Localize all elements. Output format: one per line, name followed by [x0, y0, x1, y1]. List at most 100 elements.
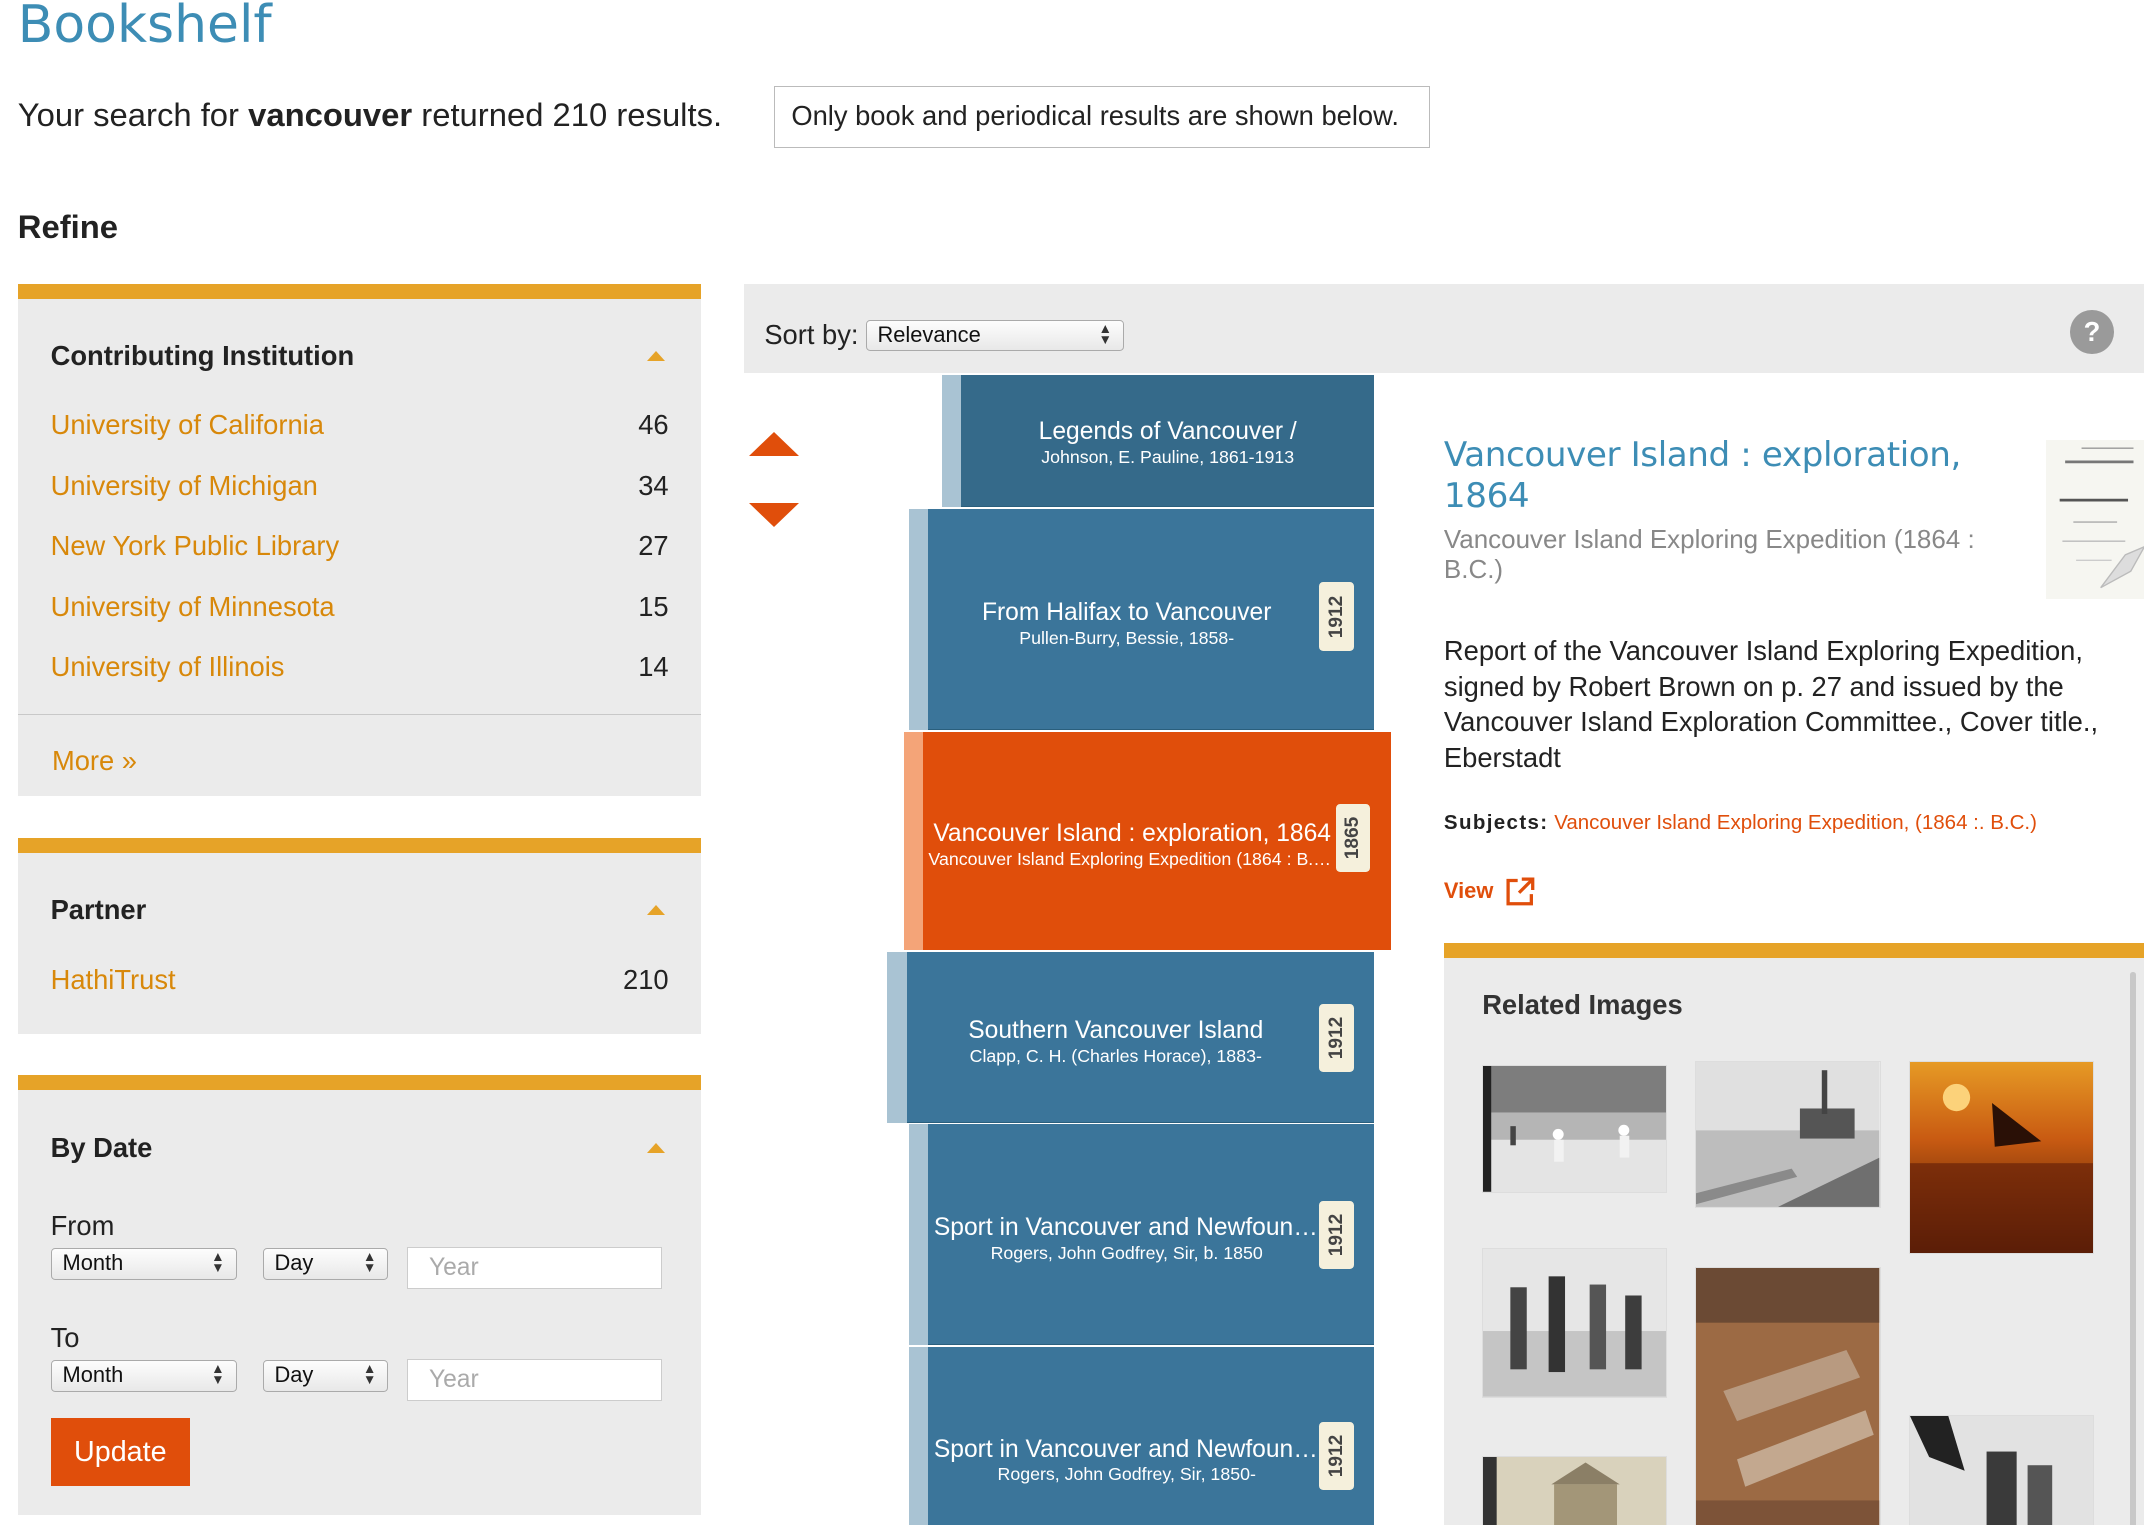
institution-facet-panel: Contributing Institution University of C…	[17, 284, 702, 796]
victorian-house-photo	[1483, 1457, 1667, 1525]
collapse-caret-icon[interactable]	[646, 904, 665, 916]
book-title: From Halifax to Vancouver	[981, 598, 1272, 626]
search-summary-suffix: returned 210 results.	[412, 95, 723, 133]
sort-value: Relevance	[877, 321, 981, 347]
sort-bar: Sort by: Relevance ▲ ▼ ?	[743, 284, 2144, 374]
facet-item-name[interactable]: University of Minnesota	[51, 591, 335, 623]
book-author: Rogers, John Godfrey, Sir, 1850-	[997, 1464, 1256, 1485]
spine-edge	[887, 951, 907, 1123]
book-spine[interactable]: Sport in Vancouver and Newfoundland Roge…	[909, 1346, 1375, 1525]
to-label: To	[50, 1322, 80, 1354]
book-year: 1912	[1325, 1213, 1347, 1256]
refine-heading: Refine	[17, 207, 118, 245]
from-label: From	[50, 1210, 115, 1242]
spine-edge	[909, 508, 929, 731]
spine-edge	[942, 374, 962, 508]
book-year: 1912	[1325, 1016, 1347, 1060]
aerial-buildings-photo-icon[interactable]	[1695, 1267, 1881, 1525]
subjects-label: Subjects:	[1443, 810, 1549, 834]
shelf-up-arrow-icon[interactable]	[749, 432, 800, 457]
facet-item[interactable]: HathiTrust 210	[51, 964, 669, 1002]
spine-body: Sport in Vancouver and Newfoundland Roge…	[928, 1123, 1375, 1346]
facet-item-name[interactable]: University of Michigan	[51, 470, 318, 502]
select-arrows-icon: ▲ ▼	[1098, 320, 1112, 347]
detail-title[interactable]: Vancouver Island : exploration, 1864	[1444, 435, 2018, 517]
to-month-select[interactable]: Month ▲ ▼	[50, 1360, 237, 1392]
collapse-caret-icon[interactable]	[646, 1142, 665, 1154]
facet-item-name[interactable]: University of California	[51, 409, 324, 441]
book-thumbnail[interactable]	[2045, 440, 2144, 599]
to-day-select[interactable]: Day ▲ ▼	[262, 1360, 389, 1392]
select-arrows-icon: ▲ ▼	[362, 1249, 377, 1276]
from-month-select[interactable]: Month ▲ ▼	[50, 1248, 237, 1280]
to-year-input[interactable]: Year	[407, 1359, 662, 1402]
page-title: Bookshelf	[17, 0, 272, 55]
book-author: Pullen-Burry, Bessie, 1858-	[1019, 627, 1235, 648]
help-icon[interactable]: ?	[2070, 310, 2114, 355]
date-facet-title: By Date	[50, 1132, 153, 1164]
book-author: Vancouver Island Exploring Expedition (1…	[928, 849, 1337, 870]
facet-item[interactable]: University of California 46	[51, 409, 669, 447]
related-images-panel: Related Images	[1443, 943, 2144, 1525]
totem-group-photo-icon[interactable]	[1482, 1248, 1668, 1399]
book-title: Southern Vancouver Island	[968, 1017, 1264, 1045]
facet-item-name[interactable]: HathiTrust	[51, 964, 176, 996]
to-month-value: Month	[62, 1362, 124, 1388]
select-arrows-icon: ▲ ▼	[211, 1361, 225, 1388]
book-author: Rogers, John Godfrey, Sir, b. 1850	[990, 1242, 1263, 1263]
facet-item-count: 15	[638, 590, 669, 622]
book-spine[interactable]: Legends of Vancouver / Johnson, E. Pauli…	[942, 374, 1375, 508]
sunset-over-water-photo	[1909, 1062, 2094, 1254]
year-tab: 1912	[1319, 1422, 1354, 1491]
from-day-select[interactable]: Day ▲ ▼	[262, 1248, 389, 1280]
facet-item[interactable]: University of Michigan 34	[51, 470, 669, 508]
search-summary: Your search for vancouver returned 210 r…	[18, 96, 722, 134]
book-year: 1865	[1341, 816, 1363, 860]
facet-divider	[17, 713, 702, 716]
facet-item-count: 46	[638, 408, 669, 440]
shelf-down-arrow-icon[interactable]	[749, 503, 800, 527]
book-title: Vancouver Island : exploration, 1864	[933, 820, 1331, 848]
facet-item[interactable]: University of Minnesota 15	[51, 591, 669, 629]
view-link[interactable]: View	[1444, 878, 1493, 904]
facet-item-name[interactable]: New York Public Library	[51, 530, 340, 562]
subject-link[interactable]: Vancouver Island Exploring Expedition, (…	[1554, 811, 2037, 834]
spine-body: Vancouver Island : exploration, 1864 Van…	[922, 731, 1391, 951]
related-images-title: Related Images	[1482, 988, 1683, 1020]
update-button[interactable]: Update	[50, 1417, 191, 1487]
spine-edge	[903, 731, 923, 951]
baseball-game-photo-icon[interactable]	[1482, 1065, 1668, 1193]
spine-edge	[909, 1346, 929, 1525]
carved-figures-photo	[1909, 1416, 2094, 1525]
facet-item-name[interactable]: University of Illinois	[51, 651, 285, 683]
results-notice: Only book and periodical results are sho…	[773, 86, 1431, 148]
book-spine[interactable]: Sport in Vancouver and Newfoundland Roge…	[909, 1123, 1375, 1346]
book-title: Sport in Vancouver and Newfoundland	[933, 1435, 1354, 1463]
book-spine[interactable]: From Halifax to Vancouver Pullen-Burry, …	[909, 508, 1375, 731]
from-month-value: Month	[62, 1250, 124, 1276]
from-year-input[interactable]: Year	[407, 1246, 662, 1290]
spine-body: From Halifax to Vancouver Pullen-Burry, …	[928, 508, 1375, 731]
book-spine[interactable]: Southern Vancouver Island Clapp, C. H. (…	[887, 951, 1375, 1123]
related-scrollbar[interactable]	[2130, 972, 2136, 1525]
harbor-pier-photo	[1696, 1062, 1880, 1207]
sunset-over-water-photo-icon[interactable]	[1908, 1061, 2095, 1255]
facet-item[interactable]: New York Public Library 27	[51, 530, 669, 568]
to-day-value: Day	[274, 1362, 314, 1388]
external-link-icon[interactable]	[1504, 875, 1537, 908]
collapse-caret-icon[interactable]	[646, 350, 665, 362]
select-arrows-icon: ▲ ▼	[362, 1361, 377, 1388]
more-link[interactable]: More »	[52, 745, 137, 777]
facet-item[interactable]: University of Illinois 14	[51, 651, 669, 689]
book-year: 1912	[1325, 1434, 1347, 1478]
book-spine-selected[interactable]: Vancouver Island : exploration, 1864 Van…	[903, 731, 1391, 951]
year-tab: 1865	[1335, 804, 1371, 873]
partner-facet-panel: Partner HathiTrust 210	[17, 838, 702, 1034]
year-tab: 1912	[1319, 1200, 1354, 1269]
select-arrows-icon: ▲ ▼	[211, 1249, 225, 1276]
carved-figures-photo-icon[interactable]	[1908, 1415, 2095, 1525]
date-facet-panel: By Date From Month ▲ ▼ Day ▲ ▼ Year To Month…	[17, 1074, 702, 1516]
harbor-pier-photo-icon[interactable]	[1695, 1061, 1881, 1208]
sort-select[interactable]: Relevance ▲ ▼	[865, 319, 1124, 352]
victorian-house-photo-icon[interactable]	[1482, 1456, 1668, 1525]
